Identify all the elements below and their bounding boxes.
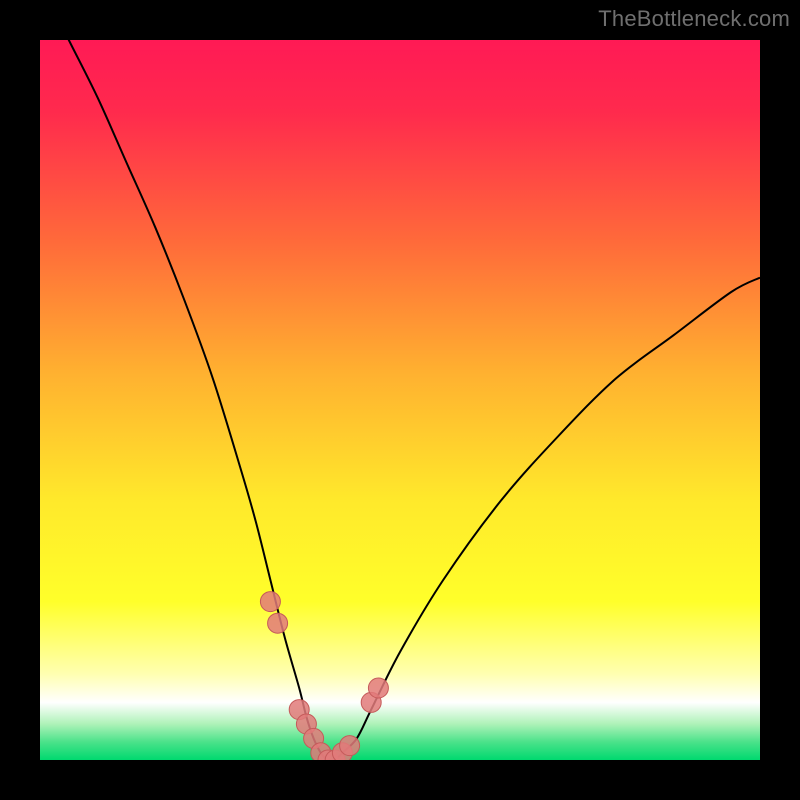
highlight-marker <box>268 613 288 633</box>
curve-layer <box>40 40 760 760</box>
highlight-markers <box>260 592 388 760</box>
highlight-marker <box>368 678 388 698</box>
bottleneck-curve <box>40 40 760 760</box>
attribution-text: TheBottleneck.com <box>598 6 790 32</box>
highlight-marker <box>260 592 280 612</box>
plot-area <box>40 40 760 760</box>
chart-frame: TheBottleneck.com <box>0 0 800 800</box>
highlight-marker <box>340 736 360 756</box>
